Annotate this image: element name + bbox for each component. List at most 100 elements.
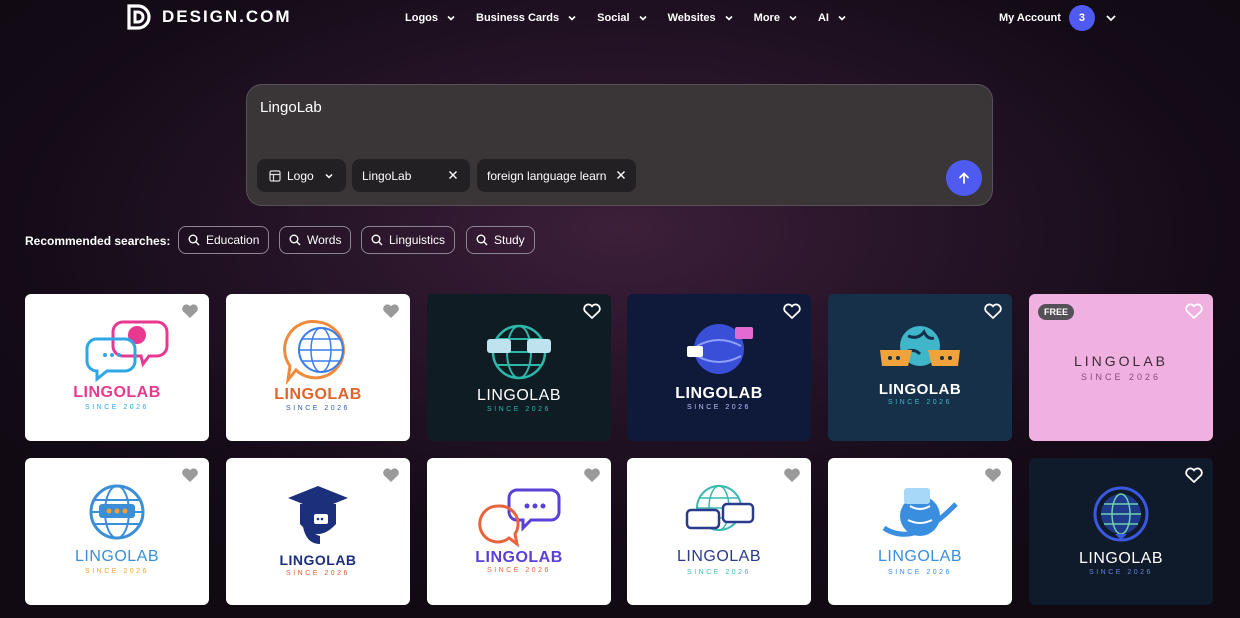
heart-icon[interactable] <box>1185 303 1203 319</box>
name-chip-label: LingoLab <box>362 168 412 183</box>
logo-card[interactable]: LINGOLAB SINCE 2026 <box>25 458 209 605</box>
heart-icon[interactable] <box>181 303 199 319</box>
logo-title: LINGOLAB <box>877 548 963 565</box>
logo-subtitle: SINCE 2026 <box>687 404 751 411</box>
logo-title: LINGOLAB <box>74 548 160 565</box>
free-badge: FREE <box>1038 304 1075 320</box>
heart-icon[interactable] <box>783 467 801 483</box>
brand-name: DESIGN.COM <box>162 7 292 26</box>
chevron-down-icon <box>789 15 797 21</box>
layout-icon <box>269 169 281 182</box>
nav-label: Websites <box>667 12 716 24</box>
account-label: My Account <box>999 12 1061 24</box>
recommended-label: Recommended searches: <box>25 234 171 248</box>
heart-icon[interactable] <box>382 303 400 319</box>
logo-title: LINGOLAB <box>878 381 962 398</box>
chevron-down-icon <box>447 15 455 21</box>
heart-icon[interactable] <box>181 467 199 483</box>
heart-icon[interactable] <box>783 303 801 319</box>
logo-card[interactable]: LINGOLAB SINCE 2026 <box>427 458 611 605</box>
account-badge: 3 <box>1068 5 1095 31</box>
topic-chip: foreign language learn <box>477 159 636 192</box>
search-icon <box>289 234 301 246</box>
nav-social[interactable]: Social <box>597 12 647 24</box>
logo-card[interactable]: LINGOLAB SINCE 2026 <box>427 294 611 441</box>
chevron-down-icon <box>568 15 576 21</box>
logo-subtitle: SINCE 2026 <box>888 399 952 406</box>
logo-title: LINGOLAB <box>475 549 563 566</box>
chevron-down-icon <box>725 15 733 21</box>
nav-label: Logos <box>405 12 438 24</box>
logo-card[interactable]: LINGOLAB SINCE 2026 <box>25 294 209 441</box>
type-chip-label: Logo <box>287 168 314 183</box>
heart-icon[interactable] <box>583 467 601 483</box>
logo-card[interactable]: LINGOLAB SINCE 2026 <box>1029 458 1213 605</box>
recommended-linguistics[interactable]: Linguistics <box>361 226 456 254</box>
logo-subtitle: SINCE 2026 <box>888 569 952 576</box>
logo-card[interactable]: LINGOLAB SINCE 2026 <box>627 294 811 441</box>
logo-subtitle: SINCE 2026 <box>85 568 149 575</box>
recommended-education[interactable]: Education <box>178 226 270 254</box>
logo-title: LINGOLAB <box>274 386 362 403</box>
logo-subtitle: SINCE 2026 <box>487 567 551 574</box>
search-icon <box>188 234 200 246</box>
search-icon <box>371 234 383 246</box>
chevron-down-icon <box>838 15 846 21</box>
close-icon[interactable] <box>616 170 626 180</box>
nav-label: Social <box>597 12 630 24</box>
nav-websites[interactable]: Websites <box>668 12 734 24</box>
logo-card[interactable]: LINGOLAB SINCE 2026 <box>627 458 811 605</box>
logo-title: LINGOLAB <box>676 548 762 565</box>
search-input[interactable]: LingoLab <box>260 99 322 116</box>
name-chip: LingoLab <box>352 159 470 192</box>
chevron-down-icon <box>1106 15 1116 22</box>
logo-subtitle: SINCE 2026 <box>1089 569 1153 576</box>
recommended-study[interactable]: Study <box>466 226 535 254</box>
submit-search-button[interactable] <box>946 160 982 196</box>
logo-card[interactable]: LINGOLAB SINCE 2026 <box>226 294 410 441</box>
logo-title: LINGOLAB <box>476 387 562 404</box>
logo-card[interactable]: LINGOLAB SINCE 2026 <box>226 458 410 605</box>
logo-card[interactable]: LINGOLAB SINCE 2026 <box>828 294 1012 441</box>
recommended-label-text: Linguistics <box>389 233 446 247</box>
logo-subtitle: SINCE 2026 <box>487 406 551 413</box>
logo-card[interactable]: LINGOLAB SINCE 2026 <box>828 458 1012 605</box>
nav-logos[interactable]: Logos <box>405 12 456 24</box>
heart-icon[interactable] <box>1185 467 1203 483</box>
arrow-up-icon <box>959 172 969 184</box>
recommended-label-text: Study <box>494 233 525 247</box>
heart-icon[interactable] <box>583 303 601 319</box>
logo-title: LINGOLAB <box>73 384 161 401</box>
nav-label: AI <box>817 12 829 24</box>
logo-title: LINGOLAB <box>279 552 357 568</box>
search-icon <box>476 234 488 246</box>
logo-subtitle: SINCE 2026 <box>286 570 350 577</box>
main-nav: Logos Business Cards Social Websites Mor… <box>405 0 867 36</box>
logo-title: LINGOLAB <box>675 385 763 402</box>
brand[interactable]: DESIGN.COM <box>126 3 292 31</box>
logo-card[interactable]: FREE LINGOLAB SINCE 2026 <box>1029 294 1213 441</box>
heart-icon[interactable] <box>382 467 400 483</box>
search-box: LingoLab Logo LingoLab foreign language … <box>246 84 993 206</box>
logo-subtitle: SINCE 2026 <box>286 405 350 412</box>
logo-title: LINGOLAB <box>1078 550 1164 567</box>
recommended-words[interactable]: Words <box>279 226 352 254</box>
recommended-label-text: Education <box>206 233 260 247</box>
nav-more[interactable]: More <box>754 12 798 24</box>
account-menu[interactable]: My Account 3 <box>999 5 1117 31</box>
logo-subtitle: SINCE 2026 <box>1080 372 1162 382</box>
type-dropdown[interactable]: Logo <box>257 159 346 192</box>
heart-icon[interactable] <box>984 467 1002 483</box>
logo-title: LINGOLAB <box>1073 353 1169 369</box>
chevron-down-icon <box>638 15 647 21</box>
heart-icon[interactable] <box>984 303 1002 319</box>
nav-business-cards[interactable]: Business Cards <box>476 12 577 24</box>
logo-subtitle: SINCE 2026 <box>687 569 751 576</box>
recommended-label-text: Words <box>307 233 342 247</box>
chevron-down-icon <box>325 173 333 179</box>
topic-chip-label: foreign language learn <box>487 168 607 183</box>
nav-ai[interactable]: AI <box>818 12 847 24</box>
design-com-logo-icon <box>127 4 151 30</box>
nav-label: More <box>753 12 780 24</box>
close-icon[interactable] <box>448 170 458 180</box>
